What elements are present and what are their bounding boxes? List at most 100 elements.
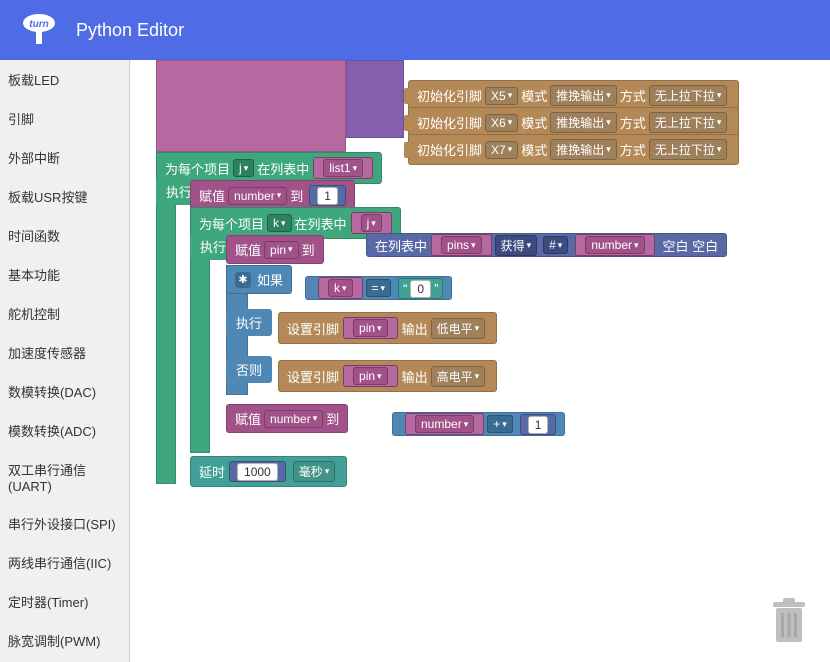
mode-dropdown[interactable]: 推挽输出▾	[550, 112, 617, 133]
label: 在列表中	[257, 159, 309, 178]
trash-icon[interactable]	[770, 596, 808, 644]
pin-dropdown[interactable]: pin▾	[353, 319, 388, 337]
mode-dropdown[interactable]: 推挽输出▾	[550, 85, 617, 106]
label: 在列表中	[375, 236, 427, 255]
pin-dropdown[interactable]: X5▾	[485, 87, 518, 105]
set-pin-block[interactable]: 设置引脚 pin▾ 输出 高电平▾	[278, 360, 497, 392]
svg-text:turn: turn	[29, 19, 48, 30]
sidebar-item[interactable]: 时间函数	[0, 216, 129, 255]
var-dropdown[interactable]: k▾	[267, 214, 292, 232]
label: 到	[290, 186, 303, 205]
sidebar-item[interactable]: 板载USR按键	[0, 177, 129, 216]
list-slot[interactable]: pins▾	[431, 234, 492, 256]
pin-dropdown[interactable]: X6▾	[485, 114, 518, 132]
value-slot[interactable]: 1	[309, 185, 346, 206]
label: 赋值	[235, 240, 261, 259]
op-dropdown[interactable]: =▾	[366, 279, 392, 297]
math-block[interactable]: number▾ +▾ 1	[392, 412, 565, 436]
get-dropdown[interactable]: 获得▾	[495, 235, 538, 256]
app-title: Python Editor	[76, 20, 184, 41]
sidebar-item[interactable]: 串行外设接口(SPI)	[0, 504, 129, 543]
var-dropdown[interactable]: number▾	[228, 187, 287, 205]
label: 为每个项目	[165, 159, 230, 178]
op-dropdown[interactable]: +▾	[487, 415, 513, 433]
sidebar-item[interactable]: 引脚	[0, 99, 129, 138]
block-container[interactable]	[346, 60, 404, 138]
pin-dropdown[interactable]: pin▾	[353, 367, 388, 385]
sidebar-item[interactable]: 双工串行通信(UART)	[0, 450, 129, 504]
value-slot[interactable]: 1	[520, 414, 557, 435]
list-slot[interactable]: j▾	[351, 212, 392, 234]
label: 为每个项目	[199, 214, 264, 233]
label: 到	[326, 409, 339, 428]
sidebar-item[interactable]: 脉宽调制(PWM)	[0, 621, 129, 660]
pin-slot[interactable]: pin▾	[343, 317, 398, 339]
label: 延时	[199, 462, 225, 481]
way-dropdown[interactable]: 无上拉下拉▾	[649, 139, 728, 160]
compare-block[interactable]: k▾ =▾ “0”	[305, 276, 452, 300]
var-slot[interactable]: number▾	[405, 413, 484, 435]
label: 方式	[620, 140, 646, 159]
label: 到	[302, 240, 315, 259]
level-dropdown[interactable]: 低电平▾	[431, 318, 486, 339]
var-dropdown[interactable]: k▾	[328, 279, 353, 297]
label: 方式	[620, 86, 646, 105]
if-block[interactable]: ✱ 如果	[226, 265, 292, 294]
set-pin-block[interactable]: 设置引脚 pin▾ 输出 低电平▾	[278, 312, 497, 344]
idx-dropdown[interactable]: number▾	[585, 236, 644, 254]
unit-dropdown[interactable]: 毫秒▾	[293, 461, 336, 482]
sidebar-item[interactable]: 加速度传感器	[0, 333, 129, 372]
idx-slot[interactable]: number▾	[575, 234, 654, 256]
delay-block[interactable]: 延时 1000 毫秒▾	[190, 456, 347, 487]
blank-label: 空白 空白	[663, 236, 719, 255]
var-dropdown[interactable]: pin▾	[264, 241, 299, 259]
label: 模式	[521, 86, 547, 105]
else-label: 否则	[226, 356, 272, 383]
var-slot[interactable]: k▾	[318, 277, 363, 299]
block-container[interactable]	[156, 60, 346, 152]
sidebar-item[interactable]: 板载LED	[0, 60, 129, 99]
sidebar-item[interactable]: 基本功能	[0, 255, 129, 294]
sidebar-item[interactable]: 外部中断	[0, 138, 129, 177]
list-dropdown[interactable]: j▾	[361, 214, 382, 232]
var-dropdown[interactable]: j▾	[233, 159, 254, 177]
pin-slot[interactable]: pin▾	[343, 365, 398, 387]
value-slot[interactable]: 1000	[229, 461, 286, 482]
level-dropdown[interactable]: 高电平▾	[431, 366, 486, 387]
sidebar: 板载LED 引脚 外部中断 板载USR按键 时间函数 基本功能 舵机控制 加速度…	[0, 60, 130, 662]
list-dropdown[interactable]: list1▾	[323, 159, 363, 177]
list-get-block[interactable]: 在列表中 pins▾ 获得▾ #▾ number▾ 空白 空白	[366, 233, 727, 257]
way-dropdown[interactable]: 无上拉下拉▾	[649, 112, 728, 133]
label: 输出	[402, 319, 428, 338]
hash-dropdown[interactable]: #▾	[543, 236, 568, 254]
sidebar-item[interactable]: 模数转换(ADC)	[0, 411, 129, 450]
canvas[interactable]: 初始化引脚 X5▾ 模式 推挽输出▾ 方式 无上拉下拉▾ 初始化引脚 X6▾ 模…	[130, 60, 830, 662]
sidebar-item[interactable]: 定时器(Timer)	[0, 582, 129, 621]
way-dropdown[interactable]: 无上拉下拉▾	[649, 85, 728, 106]
assign-block[interactable]: 赋值 number▾ 到	[226, 404, 348, 433]
sidebar-item[interactable]: 数模转换(DAC)	[0, 372, 129, 411]
var-dropdown[interactable]: number▾	[415, 415, 474, 433]
sidebar-item[interactable]: 舵机控制	[0, 294, 129, 333]
label: 赋值	[199, 186, 225, 205]
init-pin-block[interactable]: 初始化引脚 X7▾ 模式 推挽输出▾ 方式 无上拉下拉▾	[408, 134, 739, 165]
var-dropdown[interactable]: number▾	[264, 410, 323, 428]
label: 初始化引脚	[417, 86, 482, 105]
list-dropdown[interactable]: pins▾	[441, 236, 482, 254]
sidebar-item[interactable]: 两线串行通信(IIC)	[0, 543, 129, 582]
label: 模式	[521, 113, 547, 132]
pin-dropdown[interactable]: X7▾	[485, 141, 518, 159]
gear-icon[interactable]: ✱	[235, 272, 251, 288]
mode-dropdown[interactable]: 推挽输出▾	[550, 139, 617, 160]
do-label: 执行	[226, 309, 272, 336]
label: 输出	[402, 367, 428, 386]
string-slot[interactable]: “0”	[398, 278, 443, 299]
logo: turn	[14, 10, 64, 50]
assign-block[interactable]: 赋值 pin▾ 到	[226, 235, 324, 264]
label: 初始化引脚	[417, 113, 482, 132]
header: turn Python Editor	[0, 0, 830, 60]
label: 设置引脚	[287, 319, 339, 338]
label: 方式	[620, 113, 646, 132]
list-slot[interactable]: list1▾	[313, 157, 373, 179]
label: 在列表中	[295, 214, 347, 233]
